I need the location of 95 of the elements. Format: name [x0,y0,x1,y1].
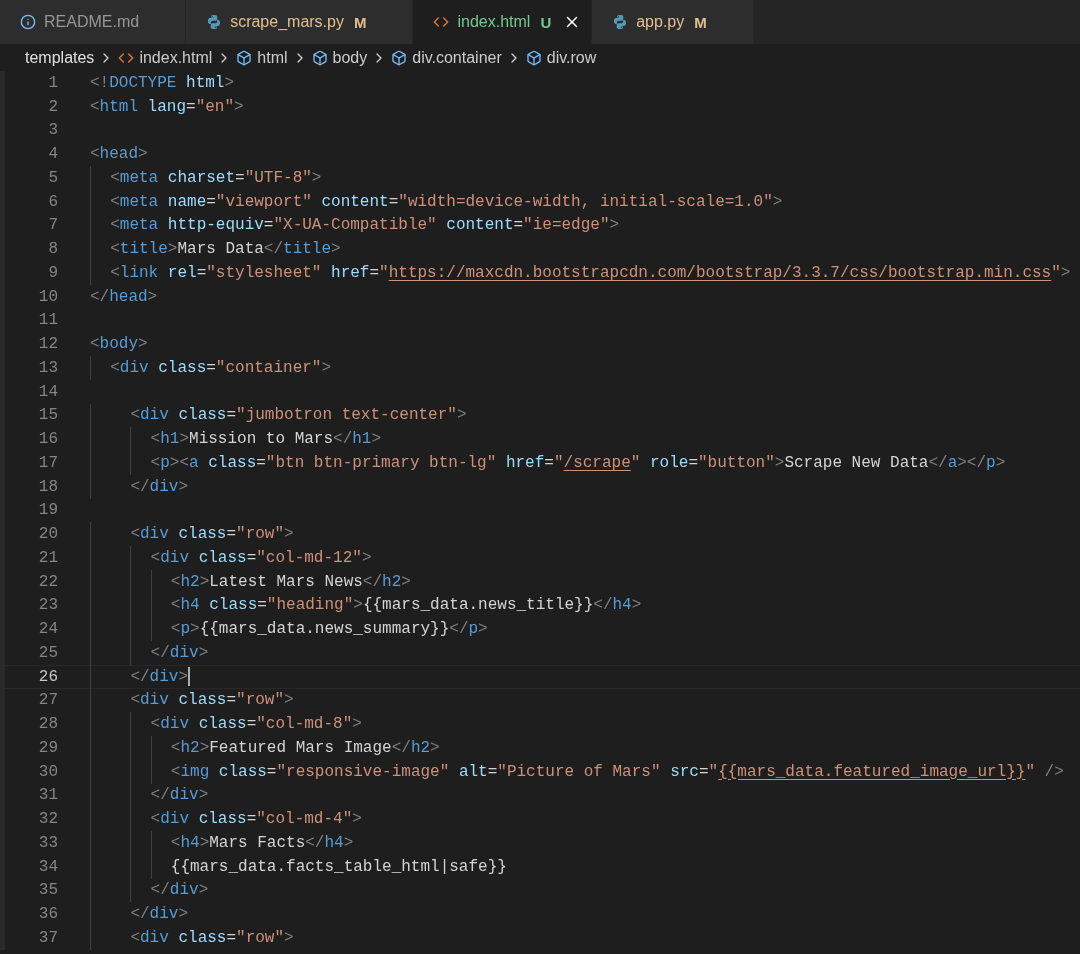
code-line: <div class="col-md-12"> [90,547,372,569]
code-line: </div> [90,903,189,925]
code-line: {{mars_data.facts_table_html|safe}} [90,855,507,878]
code-line: <div class="col-md-8"> [90,713,362,735]
status-letter: M [694,13,707,31]
code-line: <img class="responsive-image" alt="Picture of Mars" src="{{mars_data.featured_image_url}}" /> [90,760,1064,783]
breadcrumb-item[interactable]: html [257,48,288,67]
code-line: <div class="container"> [90,357,332,379]
code-line: <meta http-equiv="X-UA-Compatible" content="ie=edge"> [90,214,620,237]
line-number: 14 [37,382,59,401]
code-line: <div class="row"> [90,523,294,545]
line-number: 12 [37,335,59,354]
breadcrumb-item[interactable]: div.row [546,48,597,67]
editor-tab[interactable]: README.md [0,0,187,44]
code-link[interactable]: /scrape [563,453,631,472]
line-number: 6 [47,192,59,211]
line-number: 25 [37,643,59,662]
line-number: 24 [37,620,59,639]
code-line: <p>{{mars_data.news_summary}}</p> [90,618,488,640]
code-line: <link rel="stylesheet" href="https://maxcdn.bootstrapcdn.com/bootstrap/3.3.7/css/bootstrap.min.css"> [90,262,1071,284]
code-line: <meta charset="UTF-8"> [90,167,322,189]
code-line: <body> [90,334,148,355]
code-line: <div class="col-md-4"> [90,808,362,830]
line-number: 22 [37,572,59,591]
code-line: <h4>Mars Facts</h4> [90,832,354,854]
cube-icon [525,49,542,66]
line-number: 9 [47,263,59,282]
code-line: </head> [90,286,158,308]
code-line: <h2>Featured Mars Image</h2> [90,737,440,759]
code-line: <div class="jumbotron text-center"> [90,404,467,427]
line-number: 19 [37,501,59,520]
code-line: <html lang="en"> [90,96,244,118]
code-link[interactable]: https://maxcdn.bootstrapcdn.com/bootstrap/3.3.7/css/bootstrap.min.css [388,263,1052,282]
line-number: 8 [47,240,59,259]
line-number: 20 [37,525,59,544]
line-number: 21 [37,548,59,567]
code-line: <meta name="viewport" content="width=device-width, initial-scale=1.0"> [90,190,783,213]
code-line: <h2>Latest Mars News</h2> [90,570,411,593]
line-number: 17 [37,453,59,472]
code-line: </div> [90,475,189,498]
breadcrumb-item[interactable]: templates [25,48,95,67]
cube-icon [236,49,253,66]
code-line: </div> [90,879,209,902]
cube-icon [311,49,328,66]
breadcrumb-item[interactable]: div.container [412,48,502,67]
status-letter: M [353,13,367,31]
editor-tab[interactable]: app.py M [592,0,754,44]
line-number: 23 [37,596,59,615]
code-line: <title>Mars Data</title> [90,238,341,260]
line-number: 3 [47,121,59,140]
line-number: 35 [37,881,59,900]
code-line: <!DOCTYPE html> [90,72,235,94]
code-line: <h4 class="heading">{{mars_data.news_title}}</h4> [90,594,642,617]
line-number: 1 [47,73,59,92]
line-number: 36 [37,905,59,924]
line-number: 33 [37,833,59,852]
snake-icon [612,14,629,30]
editor-tab[interactable]: scrape_mars.py M [186,0,414,44]
cube-icon [391,49,408,66]
code-line: <h1>Mission to Mars</h1> [90,428,382,450]
code-line: <p><a class="btn btn-primary btn-lg" href="/scrape" role="button">Scrape New Data</a></p> [90,452,1006,474]
line-number: 13 [37,358,59,377]
code-line: </div> [90,665,191,688]
line-number: 32 [37,810,59,829]
status-letter: U [540,13,552,31]
line-number: 4 [47,145,59,164]
line-number: 26 [37,667,59,686]
line-number: 29 [37,738,59,757]
line-number: 27 [37,691,59,710]
code-line: <div class="row"> [90,689,294,712]
code-line: </div> [90,642,209,664]
line-number: 2 [47,97,59,116]
code-line: <head> [90,144,148,165]
line-number: 37 [37,928,59,947]
code-line: <div class="row"> [90,927,294,949]
text-cursor [188,667,191,687]
line-number: 16 [37,430,59,449]
line-number: 11 [37,311,59,330]
breadcrumb-item[interactable]: body [332,48,368,67]
line-number: 18 [37,477,59,496]
line-number: 7 [47,216,59,235]
line-number: 10 [37,287,59,306]
line-number: 28 [37,715,59,734]
info-icon [20,14,36,30]
snake-icon [206,14,223,30]
line-number: 34 [37,857,59,876]
line-number: 5 [47,168,59,187]
breadcrumb-item[interactable]: index.html [139,48,213,67]
line-number: 15 [37,406,59,425]
code-icon [433,14,450,30]
editor-tab[interactable]: index.html U [413,0,593,44]
code-line: </div> [90,784,209,807]
code-link[interactable]: {{mars_data.featured_image_url}} [718,762,1026,781]
line-number: 31 [37,786,59,805]
line-number: 30 [37,762,59,781]
